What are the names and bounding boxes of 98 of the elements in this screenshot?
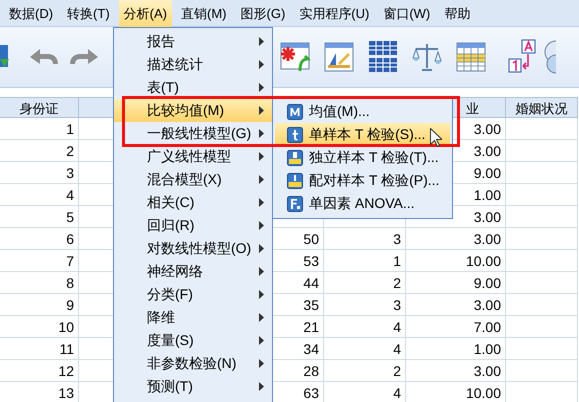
menu-entry[interactable]: 分类(F) bbox=[114, 283, 272, 306]
table-cell: 10 bbox=[0, 316, 79, 338]
table-cell: 2 bbox=[324, 360, 406, 382]
table-icon[interactable] bbox=[456, 41, 486, 73]
table-cell: 3.00 bbox=[406, 294, 506, 316]
menu-entry[interactable]: 广义线性模型 bbox=[114, 145, 272, 168]
submenu-arrow-icon bbox=[259, 129, 264, 138]
table-cell: 4 bbox=[324, 382, 406, 402]
table-cell bbox=[506, 140, 578, 162]
table-cell: 3 bbox=[324, 294, 406, 316]
table-cell: 1 bbox=[0, 118, 79, 140]
table-cell bbox=[506, 294, 578, 316]
submenu-arrow-icon bbox=[259, 267, 264, 276]
table-cell: 4 bbox=[324, 338, 406, 360]
venn-icon[interactable] bbox=[542, 40, 556, 74]
anova-icon bbox=[287, 196, 303, 212]
table-cell bbox=[506, 184, 578, 206]
means-icon bbox=[287, 104, 303, 120]
table-cell bbox=[506, 338, 578, 360]
menu-entry[interactable]: 神经网络 bbox=[114, 260, 272, 283]
menu-entry[interactable]: 表(T) bbox=[114, 76, 272, 99]
paired-t-icon bbox=[287, 172, 303, 188]
menu-entry[interactable]: 报告 bbox=[114, 30, 272, 53]
table-cell: 3.00 bbox=[406, 228, 506, 250]
table-cell: 9.00 bbox=[406, 272, 506, 294]
table-cell bbox=[506, 118, 578, 140]
insert-variable-icon[interactable] bbox=[280, 41, 310, 73]
table-cell: 10.00 bbox=[406, 250, 506, 272]
table-cell: 8 bbox=[0, 272, 79, 294]
table-cell bbox=[506, 272, 578, 294]
table-cell bbox=[506, 250, 578, 272]
submenu-arrow-icon bbox=[259, 175, 264, 184]
split-table-icon[interactable] bbox=[368, 40, 398, 74]
menu-item[interactable]: 数据(D) bbox=[4, 0, 58, 26]
scales-icon[interactable] bbox=[412, 41, 442, 73]
table-cell: 5 bbox=[0, 206, 79, 228]
menu-item[interactable]: 分析(A) bbox=[118, 0, 172, 26]
table-cell: 3.00 bbox=[406, 360, 506, 382]
menu-entry[interactable]: 预测(T) bbox=[114, 375, 272, 398]
table-ruler-icon[interactable] bbox=[324, 41, 354, 73]
menu-item[interactable]: 直销(M) bbox=[176, 0, 232, 26]
table-cell: 10.00 bbox=[406, 382, 506, 402]
t-test-icon bbox=[287, 126, 303, 142]
table-cell: 11 bbox=[0, 338, 79, 360]
table-cell: 2 bbox=[324, 272, 406, 294]
table-cell: 1.00 bbox=[406, 338, 506, 360]
submenu-arrow-icon bbox=[259, 152, 264, 161]
column-header[interactable]: 身份证 bbox=[0, 97, 79, 118]
menu-item[interactable]: 窗口(W) bbox=[378, 0, 436, 26]
table-cell bbox=[506, 162, 578, 184]
menu-entry[interactable]: 度量(S) bbox=[114, 329, 272, 352]
table-cell: 13 bbox=[0, 382, 79, 402]
menu-entry[interactable]: 一般线性模型(G) bbox=[114, 122, 272, 145]
menu-item[interactable]: 实用程序(U) bbox=[294, 0, 374, 26]
submenu-arrow-icon bbox=[259, 60, 264, 69]
table-cell: 2 bbox=[0, 140, 79, 162]
submenu-arrow-icon bbox=[259, 83, 264, 92]
undo-icon[interactable] bbox=[28, 47, 60, 67]
menu-entry[interactable]: 降维 bbox=[114, 306, 272, 329]
menu-item[interactable]: 图形(G) bbox=[236, 0, 290, 26]
table-cell: 7 bbox=[0, 250, 79, 272]
table-cell: 4 bbox=[0, 184, 79, 206]
table-cell: 12 bbox=[0, 360, 79, 382]
menu-entry[interactable]: 回归(R) bbox=[114, 214, 272, 237]
table-cell: 7.00 bbox=[406, 316, 506, 338]
submenu-arrow-icon bbox=[259, 336, 264, 345]
submenu-arrow-icon bbox=[259, 359, 264, 368]
redo-icon[interactable] bbox=[68, 47, 100, 67]
column-header[interactable]: 婚姻状况 bbox=[506, 97, 578, 118]
menu-item[interactable]: 帮助 bbox=[439, 0, 476, 26]
table-cell bbox=[506, 360, 578, 382]
menu-entry[interactable]: 对数线性模型(O) bbox=[114, 237, 272, 260]
submenu-arrow-icon bbox=[259, 244, 264, 253]
value-labels-icon[interactable] bbox=[508, 39, 536, 75]
menu-entry[interactable]: 相关(C) bbox=[114, 191, 272, 214]
table-cell bbox=[506, 316, 578, 338]
table-cell: 6 bbox=[0, 228, 79, 250]
menu-entry[interactable]: 比较均值(M) bbox=[114, 99, 272, 122]
submenu-arrow-icon bbox=[259, 106, 264, 115]
independent-t-icon bbox=[287, 150, 303, 166]
submenu-arrow-icon bbox=[259, 313, 264, 322]
table-cell: 9 bbox=[0, 294, 79, 316]
menu-item[interactable]: 转换(T) bbox=[62, 0, 115, 26]
submenu-arrow-icon bbox=[259, 290, 264, 299]
submenu-arrow-icon bbox=[259, 382, 264, 391]
submenu-arrow-icon bbox=[259, 221, 264, 230]
menu-entry[interactable]: 非参数检验(N) bbox=[114, 352, 272, 375]
submenu-arrow-icon bbox=[259, 198, 264, 207]
menu-entry[interactable]: 混合模型(X) bbox=[114, 168, 272, 191]
table-cell: 4 bbox=[324, 316, 406, 338]
table-cell bbox=[506, 228, 578, 250]
submenu-arrow-icon bbox=[259, 37, 264, 46]
table-cell: 3 bbox=[0, 162, 79, 184]
table-cell bbox=[506, 206, 578, 228]
cursor-icon bbox=[430, 128, 442, 147]
menu-entry[interactable]: 描述统计 bbox=[114, 53, 272, 76]
table-cell: 1 bbox=[324, 250, 406, 272]
table-cell: 3 bbox=[324, 228, 406, 250]
